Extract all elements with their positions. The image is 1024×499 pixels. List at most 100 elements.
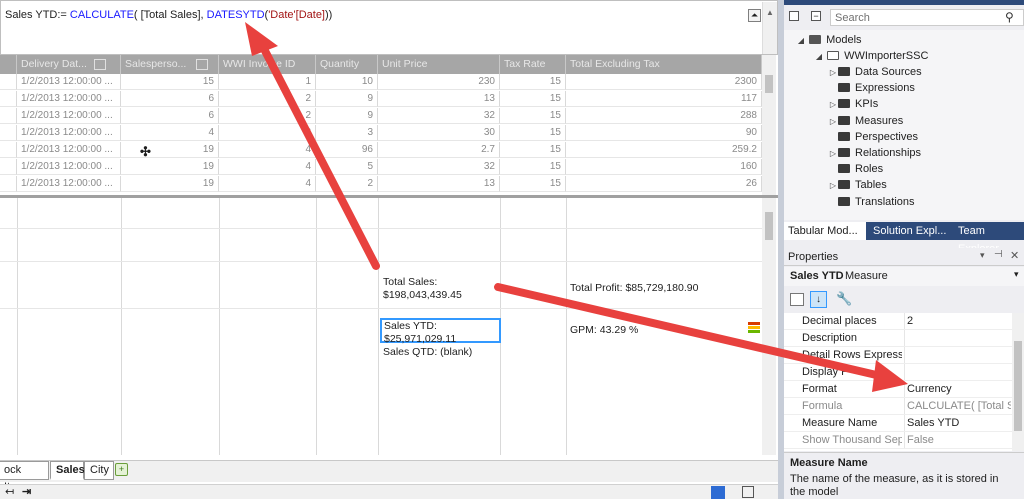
expanded-icon[interactable]: ◢ <box>814 49 824 65</box>
scrollbar-thumb[interactable] <box>765 75 773 93</box>
search-icon[interactable]: ⚲ <box>1005 10 1014 24</box>
property-pages-icon[interactable]: 🔧 <box>836 291 852 307</box>
column-filter-icon[interactable] <box>196 59 208 70</box>
table-cell[interactable]: 4 <box>219 159 316 175</box>
collapse-formula-icon[interactable]: ⏶ <box>748 9 761 22</box>
table-cell[interactable] <box>0 159 17 175</box>
table-cell[interactable]: 1/2/2013 12:00:00 ... <box>17 159 121 175</box>
table-cell[interactable]: 1/2/2013 12:00:00 ... <box>17 125 121 141</box>
tree-node-item[interactable]: ▷ Tables <box>828 177 887 193</box>
scrollbar-thumb[interactable] <box>765 212 773 240</box>
property-row[interactable]: Decimal places 2 <box>784 313 1012 330</box>
table-cell[interactable] <box>0 108 17 124</box>
table-cell[interactable]: 6 <box>121 108 219 124</box>
measure-sales-ytd-selected[interactable]: Sales YTD: $25,971,029.11 <box>380 318 501 345</box>
new-sheet-icon[interactable]: + <box>115 463 128 476</box>
property-row[interactable]: Measure Name Sales YTD <box>784 415 1012 432</box>
table-cell[interactable]: 1/2/2013 12:00:00 ... <box>17 91 121 107</box>
table-cell[interactable]: 19 <box>121 142 219 158</box>
column-header[interactable] <box>0 55 17 74</box>
sheet-tab-city[interactable]: City <box>84 461 114 480</box>
property-row[interactable]: Description <box>784 330 1012 347</box>
table-cell[interactable]: 2300 <box>566 74 762 90</box>
formula-text[interactable]: Sales YTD:= CALCULATE( [Total Sales], DA… <box>5 9 332 21</box>
column-header[interactable]: Quantity <box>316 55 378 74</box>
property-value[interactable]: False <box>907 432 1011 448</box>
tab-solution-explorer[interactable]: Solution Expl... <box>873 222 946 240</box>
table-cell[interactable]: 160 <box>566 159 762 175</box>
table-cell[interactable]: 10 <box>316 74 378 90</box>
table-cell[interactable] <box>0 125 17 141</box>
tree-node-item[interactable]: ▷ Measures <box>828 113 903 129</box>
table-cell[interactable]: 2 <box>316 176 378 192</box>
table-cell[interactable]: 1/2/2013 12:00:00 ... <box>17 74 121 90</box>
table-cell[interactable]: 30 <box>378 125 500 141</box>
table-cell[interactable] <box>0 74 17 90</box>
scroll-up-icon[interactable]: ▲ <box>763 8 777 17</box>
collapse-all-icon[interactable]: − <box>811 11 821 21</box>
measure-grid-scrollbar[interactable] <box>762 198 776 455</box>
column-header[interactable]: Total Excluding Tax <box>566 55 762 74</box>
tree-node-models[interactable]: ◢ Models <box>796 32 862 48</box>
table-cell[interactable]: 13 <box>378 91 500 107</box>
dropdown-icon[interactable]: ▾ <box>980 250 985 261</box>
scrollbar-thumb[interactable] <box>1014 341 1022 431</box>
property-value[interactable]: CALCULATE( [Total Sa <box>907 398 1011 414</box>
previous-record-icon[interactable]: ↤ <box>5 485 14 498</box>
table-cell[interactable]: 230 <box>378 74 500 90</box>
panel-splitter[interactable] <box>778 0 784 499</box>
expand-icon[interactable]: ▷ <box>828 114 838 130</box>
tab-tabular-model-explorer[interactable]: Tabular Mod... <box>784 222 866 240</box>
measure-grid[interactable]: Total Sales: $198,043,439.45 Total Profi… <box>0 198 762 455</box>
expand-icon[interactable]: ▷ <box>828 65 838 81</box>
table-cell[interactable] <box>0 91 17 107</box>
expand-icon[interactable]: ▷ <box>828 178 838 194</box>
tree-node-item[interactable]: ▷ Relationships <box>828 145 921 161</box>
table-cell[interactable] <box>0 176 17 192</box>
categorized-icon[interactable] <box>790 293 804 306</box>
table-cell[interactable]: 15 <box>500 176 566 192</box>
table-cell[interactable]: 90 <box>566 125 762 141</box>
table-cell[interactable]: 15 <box>500 91 566 107</box>
property-grid-scrollbar[interactable] <box>1012 313 1024 451</box>
sheet-tab-sales[interactable]: Sales <box>50 461 85 480</box>
table-cell[interactable]: 3 <box>219 125 316 141</box>
grid-view-icon[interactable] <box>711 486 725 499</box>
expand-icon[interactable]: ▷ <box>828 97 838 113</box>
table-cell[interactable]: 15 <box>500 159 566 175</box>
column-header[interactable]: Tax Rate <box>500 55 566 74</box>
properties-object-selector[interactable]: Sales YTD Measure ▾ <box>784 267 1024 286</box>
table-cell[interactable]: 1/2/2013 12:00:00 ... <box>17 108 121 124</box>
alphabetical-icon[interactable]: ↓ <box>810 291 827 308</box>
home-icon[interactable] <box>789 11 799 21</box>
formula-scrollbar[interactable]: ▲ <box>762 2 777 54</box>
table-cell[interactable]: 1/2/2013 12:00:00 ... <box>17 176 121 192</box>
table-cell[interactable]: 5 <box>316 159 378 175</box>
table-cell[interactable]: 9 <box>316 91 378 107</box>
table-cell[interactable]: 4 <box>121 125 219 141</box>
property-grid[interactable]: Decimal places 2 Description Detail Rows Ex… <box>784 313 1012 451</box>
property-value[interactable]: Currency <box>907 381 1011 397</box>
table-cell[interactable]: 288 <box>566 108 762 124</box>
table-cell[interactable]: 1 <box>219 74 316 90</box>
table-cell[interactable]: 32 <box>378 159 500 175</box>
property-value[interactable]: 2 <box>907 313 1011 329</box>
measure-total-profit[interactable]: Total Profit: $85,729,180.90 <box>570 282 698 295</box>
measure-gpm[interactable]: GPM: 43.29 % <box>570 324 638 337</box>
table-cell[interactable] <box>0 142 17 158</box>
measure-sales-qtd[interactable]: Sales QTD: (blank) <box>383 346 472 359</box>
tree-node-item[interactable]: Translations <box>828 194 915 210</box>
chevron-down-icon[interactable]: ▾ <box>1014 269 1019 280</box>
property-row[interactable]: Show Thousand Sepa False <box>784 432 1012 449</box>
data-grid[interactable]: Delivery Dat... Salesperso... WWI Invoice … <box>0 55 778 455</box>
explorer-search-box[interactable]: Search ⚲ <box>830 9 1024 26</box>
next-record-icon[interactable]: ⇥ <box>22 485 31 498</box>
column-filter-icon[interactable] <box>94 59 106 70</box>
table-cell[interactable]: 19 <box>121 176 219 192</box>
tree-node-item[interactable]: Expressions <box>828 80 915 96</box>
tree-node-model[interactable]: ◢ WWImporterSSC <box>814 48 928 64</box>
table-cell[interactable]: 4 <box>219 176 316 192</box>
table-cell[interactable]: 117 <box>566 91 762 107</box>
explorer-search-input[interactable]: Search <box>835 12 870 24</box>
explorer-tree[interactable]: ◢ Models ◢ WWImporterSSC ▷ Data Sources Ex… <box>784 30 1024 220</box>
